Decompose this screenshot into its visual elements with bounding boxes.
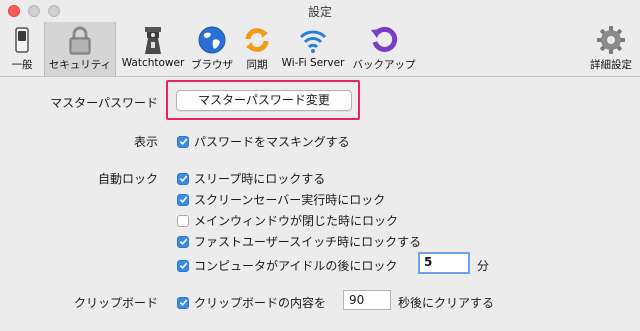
tab-general-label: 一般: [11, 59, 33, 71]
checkbox-icon: [177, 193, 189, 206]
mask-password-checkbox[interactable]: パスワードをマスキングする: [177, 133, 350, 150]
security-pane: マスターパスワード マスターパスワード変更 表示 パスワードをマスキングする 自…: [0, 77, 640, 331]
tab-sync-label: 同期: [246, 59, 268, 71]
mask-password-label: パスワードをマスキングする: [194, 135, 350, 149]
checkbox-icon: [177, 172, 189, 185]
tab-watchtower-label: Watchtower: [121, 57, 185, 69]
sync-icon: [245, 28, 269, 52]
gear-icon: [597, 26, 625, 54]
lock-on-sleep-label: スリープ時にロックする: [194, 172, 326, 186]
lock-on-fast-user-switch-label: ファストユーザースイッチ時にロックする: [194, 235, 422, 249]
lock-on-screensaver-checkbox[interactable]: スクリーンセーバー実行時にロック: [177, 191, 385, 208]
checkbox-icon: [177, 235, 189, 248]
lock-on-idle-checkbox[interactable]: コンピュータがアイドルの後にロック: [177, 257, 397, 274]
checkbox-icon: [177, 259, 189, 272]
tab-security[interactable]: セキュリティ: [44, 22, 116, 76]
clipboard-seconds-suffix: 秒後にクリアする: [398, 296, 495, 310]
checkbox-icon: [177, 214, 189, 227]
lock-on-idle-label: コンピュータがアイドルの後にロック: [194, 259, 398, 273]
tab-backup-label: バックアップ: [352, 59, 416, 71]
switch-icon: [15, 27, 29, 53]
tab-watchtower[interactable]: Watchtower: [118, 22, 188, 76]
checkbox-icon: [177, 135, 189, 148]
lock-on-screensaver-label: スクリーンセーバー実行時にロック: [194, 193, 386, 207]
clear-clipboard-label: クリップボードの内容を: [194, 296, 327, 310]
globe-icon: [198, 26, 226, 54]
clipboard-label: クリップボード: [73, 296, 158, 310]
tab-browser-label: ブラウザ: [191, 59, 233, 71]
tab-advanced-label: 詳細設定: [590, 59, 632, 71]
lock-on-sleep-checkbox[interactable]: スリープ時にロックする: [177, 170, 325, 187]
lock-on-main-window-close-label: メインウィンドウが閉じた時にロック: [194, 214, 399, 228]
clipboard-seconds-field[interactable]: 90: [343, 290, 391, 310]
lock-on-main-window-close-checkbox[interactable]: メインウィンドウが閉じた時にロック: [177, 212, 398, 229]
wifi-icon: [299, 30, 327, 53]
title-bar: 設定: [0, 0, 640, 22]
change-master-password-button[interactable]: マスターパスワード変更: [176, 90, 352, 111]
lock-icon: [69, 26, 91, 55]
backup-icon: [371, 26, 398, 52]
tab-sync[interactable]: 同期: [238, 22, 276, 76]
tab-wifi-server-label: Wi-Fi Server: [281, 57, 345, 69]
tab-security-label: セキュリティ: [48, 59, 112, 71]
master-password-label: マスターパスワード: [50, 96, 158, 110]
tab-general[interactable]: 一般: [2, 22, 42, 76]
lock-on-fast-user-switch-checkbox[interactable]: ファストユーザースイッチ時にロックする: [177, 233, 421, 250]
tab-wifi-server[interactable]: Wi-Fi Server: [278, 22, 348, 76]
preferences-toolbar: 一般 セキュリティ Watchtower ブラウザ 同期 Wi-Fi Serve…: [0, 22, 640, 77]
window-title: 設定: [307, 5, 332, 19]
tower-icon: [145, 27, 161, 54]
checkbox-icon: [177, 296, 189, 309]
tab-advanced[interactable]: 詳細設定: [586, 22, 636, 76]
display-label: 表示: [133, 135, 158, 149]
clear-clipboard-checkbox[interactable]: クリップボードの内容を: [177, 294, 326, 311]
tab-browser[interactable]: ブラウザ: [189, 22, 235, 76]
autolock-label: 自動ロック: [97, 172, 158, 186]
idle-minutes-unit: 分: [477, 259, 490, 273]
idle-minutes-field[interactable]: 5: [418, 252, 470, 274]
tab-backup[interactable]: バックアップ: [349, 22, 419, 76]
